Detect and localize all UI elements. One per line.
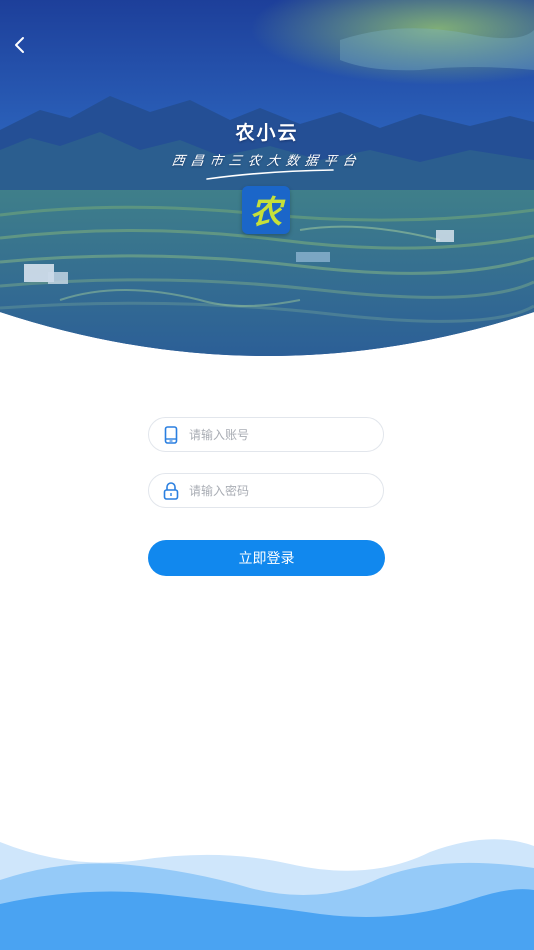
back-button[interactable] <box>6 30 34 60</box>
hero-banner: 农小云 西昌市三农大数据平台 农 <box>0 0 534 362</box>
account-input[interactable] <box>187 426 361 443</box>
phone-icon <box>161 425 181 445</box>
password-field[interactable] <box>148 473 384 508</box>
chevron-left-icon <box>15 37 24 53</box>
login-button[interactable]: 立即登录 <box>148 540 385 576</box>
password-input[interactable] <box>187 482 361 499</box>
subtitle-underline <box>206 169 334 180</box>
wave-decoration <box>0 839 534 950</box>
app-subtitle: 西昌市三农大数据平台 <box>170 154 363 169</box>
app-title: 农小云 <box>235 122 299 144</box>
app-logo: 农 <box>242 186 290 234</box>
lock-icon <box>161 481 181 501</box>
account-field[interactable] <box>148 417 384 452</box>
